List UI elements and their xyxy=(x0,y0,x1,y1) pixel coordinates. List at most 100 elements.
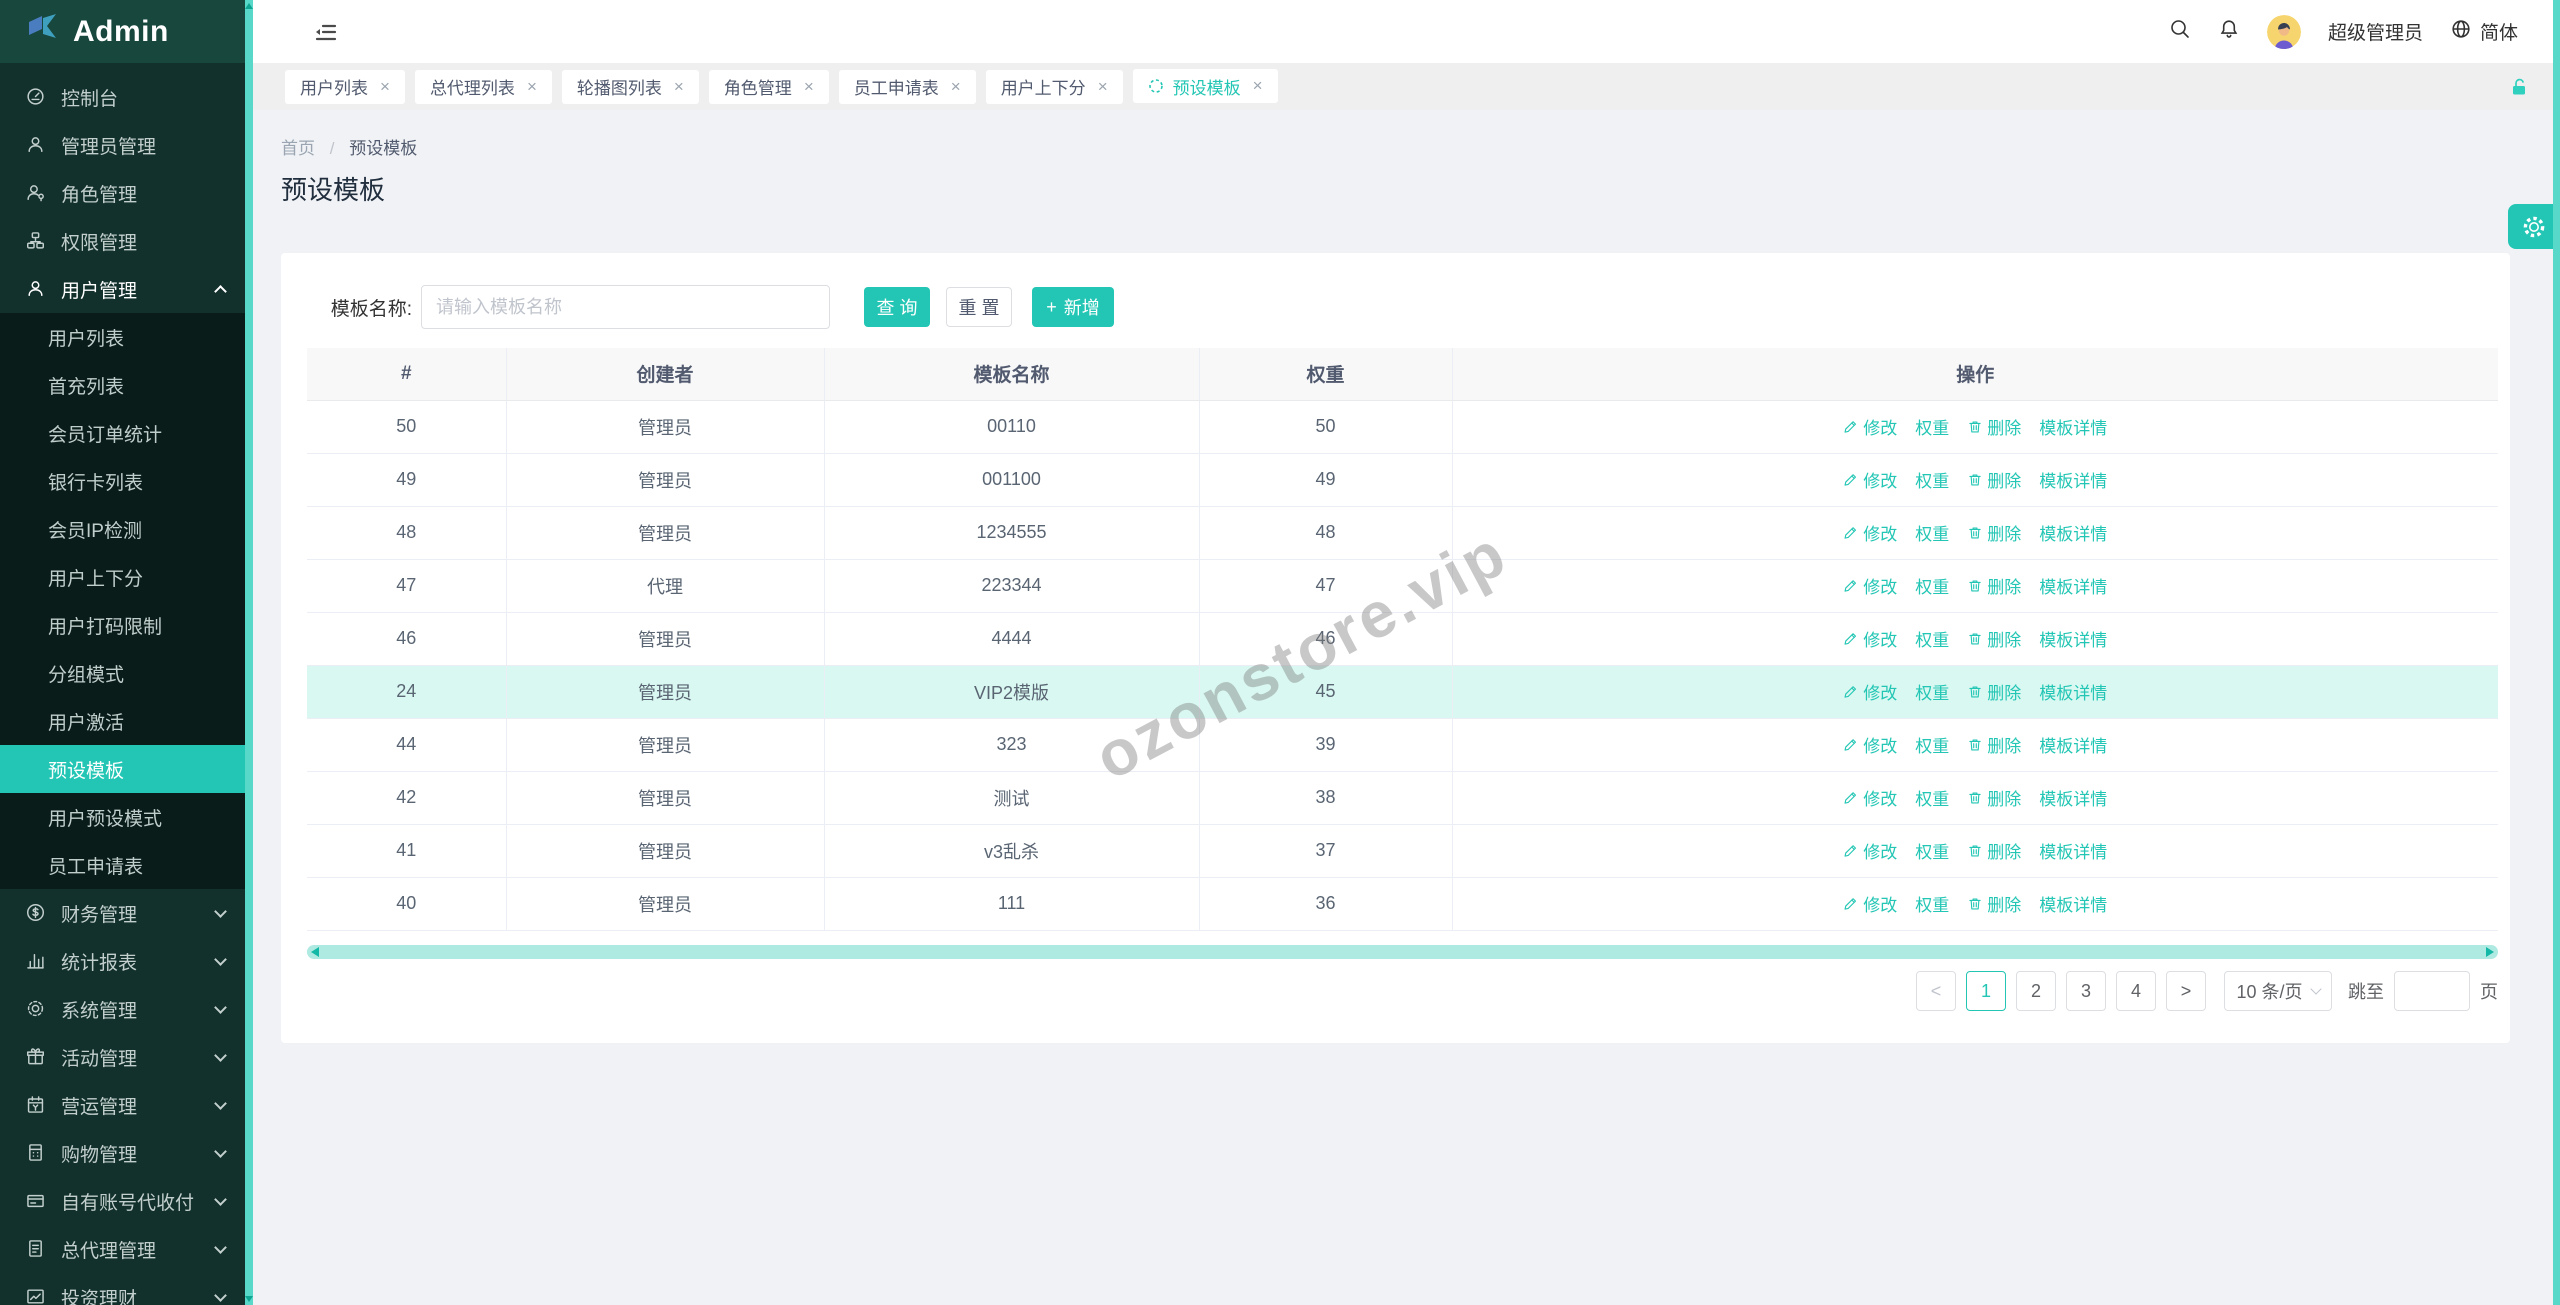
close-icon[interactable]: × xyxy=(1253,76,1263,96)
collapse-menu-icon[interactable] xyxy=(313,19,339,45)
sidebar-subitem[interactable]: 银行卡列表 xyxy=(0,457,245,505)
action-delete[interactable]: 删除 xyxy=(1967,891,2021,916)
sidebar-subitem[interactable]: 用户激活 xyxy=(0,697,245,745)
sidebar-subitem[interactable]: 分组模式 xyxy=(0,649,245,697)
tab[interactable]: 轮播图列表 × xyxy=(561,69,699,104)
sidebar-item[interactable]: 购物管理 xyxy=(0,1129,245,1177)
sidebar-subitem[interactable]: 用户打码限制 xyxy=(0,601,245,649)
scroll-up-arrow-icon[interactable] xyxy=(245,3,253,9)
action-delete[interactable]: 删除 xyxy=(1967,732,2021,757)
page-scrollbar[interactable] xyxy=(2553,0,2560,1305)
action-link[interactable]: 模板详情 xyxy=(2039,573,2107,598)
page-button[interactable]: 2 xyxy=(2016,971,2056,1011)
action-link[interactable]: 模板详情 xyxy=(2039,838,2107,863)
search-button[interactable]: 查 询 xyxy=(864,287,930,327)
action-delete[interactable]: 删除 xyxy=(1967,414,2021,439)
sidebar-item[interactable]: 统计报表 xyxy=(0,937,245,985)
horizontal-scrollbar[interactable] xyxy=(307,945,2498,959)
action-edit[interactable]: 修改 xyxy=(1843,679,1897,704)
search-icon[interactable] xyxy=(2169,18,2191,46)
sidebar-subitem[interactable]: 用户列表 xyxy=(0,313,245,361)
action-edit[interactable]: 修改 xyxy=(1843,838,1897,863)
sidebar-item[interactable]: 财务管理 xyxy=(0,889,245,937)
lock-icon[interactable] xyxy=(2508,76,2530,98)
sidebar-subitem[interactable]: 用户预设模式 xyxy=(0,793,245,841)
close-icon[interactable]: × xyxy=(951,77,961,97)
sidebar-item[interactable]: 投资理财 xyxy=(0,1273,245,1305)
action-link[interactable]: 模板详情 xyxy=(2039,520,2107,545)
next-page-button[interactable]: > xyxy=(2166,971,2206,1011)
action-delete[interactable]: 删除 xyxy=(1967,679,2021,704)
action-link[interactable]: 权重 xyxy=(1915,626,1949,651)
action-delete[interactable]: 删除 xyxy=(1967,626,2021,651)
page-button[interactable]: 4 xyxy=(2116,971,2156,1011)
reset-button[interactable]: 重 置 xyxy=(946,287,1012,327)
sidebar-item[interactable]: 总代理管理 xyxy=(0,1225,245,1273)
action-link[interactable]: 权重 xyxy=(1915,520,1949,545)
scroll-left-arrow-icon[interactable] xyxy=(311,947,319,957)
breadcrumb-home[interactable]: 首页 xyxy=(281,139,315,158)
tab[interactable]: 总代理列表 × xyxy=(414,69,552,104)
add-button[interactable]: + 新增 xyxy=(1032,287,1114,327)
action-edit[interactable]: 修改 xyxy=(1843,573,1897,598)
sidebar-subitem[interactable]: 会员订单统计 xyxy=(0,409,245,457)
page-button[interactable]: 1 xyxy=(1966,971,2006,1011)
tab[interactable]: 用户上下分 × xyxy=(985,69,1123,104)
avatar[interactable] xyxy=(2266,14,2301,49)
tab[interactable]: 用户列表 × xyxy=(285,69,405,104)
action-link[interactable]: 权重 xyxy=(1915,838,1949,863)
notification-bell-icon[interactable] xyxy=(2218,18,2240,46)
action-link[interactable]: 模板详情 xyxy=(2039,414,2107,439)
jump-page-input[interactable] xyxy=(2394,971,2470,1011)
close-icon[interactable]: × xyxy=(380,77,390,97)
action-edit[interactable]: 修改 xyxy=(1843,732,1897,757)
action-delete[interactable]: 删除 xyxy=(1967,520,2021,545)
sidebar-item[interactable]: 控制台 xyxy=(0,73,245,121)
user-name[interactable]: 超级管理员 xyxy=(2328,18,2423,45)
sidebar-subitem[interactable]: 会员IP检测 xyxy=(0,505,245,553)
sidebar-item[interactable]: 营运管理 xyxy=(0,1081,245,1129)
sidebar-item[interactable]: 活动管理 xyxy=(0,1033,245,1081)
sidebar-item[interactable]: 自有账号代收付 xyxy=(0,1177,245,1225)
action-link[interactable]: 模板详情 xyxy=(2039,891,2107,916)
action-link[interactable]: 权重 xyxy=(1915,679,1949,704)
action-link[interactable]: 权重 xyxy=(1915,414,1949,439)
sidebar-item[interactable]: 角色管理 xyxy=(0,169,245,217)
sidebar-subitem[interactable]: 员工申请表 xyxy=(0,841,245,889)
tab[interactable]: 角色管理 × xyxy=(708,69,829,104)
action-link[interactable]: 权重 xyxy=(1915,785,1949,810)
tab[interactable]: 预设模板 × xyxy=(1132,69,1278,104)
action-edit[interactable]: 修改 xyxy=(1843,520,1897,545)
scroll-right-arrow-icon[interactable] xyxy=(2486,947,2494,957)
action-link[interactable]: 权重 xyxy=(1915,467,1949,492)
sidebar-item[interactable]: 权限管理 xyxy=(0,217,245,265)
sidebar-item[interactable]: 管理员管理 xyxy=(0,121,245,169)
tab[interactable]: 员工申请表 × xyxy=(838,69,976,104)
scroll-down-arrow-icon[interactable] xyxy=(245,1296,253,1302)
action-edit[interactable]: 修改 xyxy=(1843,785,1897,810)
action-edit[interactable]: 修改 xyxy=(1843,467,1897,492)
action-link[interactable]: 模板详情 xyxy=(2039,732,2107,757)
close-icon[interactable]: × xyxy=(527,77,537,97)
template-name-input[interactable] xyxy=(421,285,830,329)
language-switcher[interactable]: 简体 xyxy=(2450,18,2518,46)
action-link[interactable]: 模板详情 xyxy=(2039,467,2107,492)
action-link[interactable]: 模板详情 xyxy=(2039,626,2107,651)
sidebar-item[interactable]: 系统管理 xyxy=(0,985,245,1033)
action-delete[interactable]: 删除 xyxy=(1967,838,2021,863)
sidebar-item[interactable]: 用户管理 xyxy=(0,265,245,313)
sidebar-scrollbar[interactable] xyxy=(245,0,253,1305)
sidebar-subitem[interactable]: 用户上下分 xyxy=(0,553,245,601)
close-icon[interactable]: × xyxy=(1098,77,1108,97)
close-icon[interactable]: × xyxy=(674,77,684,97)
action-edit[interactable]: 修改 xyxy=(1843,414,1897,439)
sidebar-subitem[interactable]: 预设模板 xyxy=(0,745,245,793)
page-button[interactable]: 3 xyxy=(2066,971,2106,1011)
action-link[interactable]: 模板详情 xyxy=(2039,679,2107,704)
action-delete[interactable]: 删除 xyxy=(1967,573,2021,598)
logo[interactable]: Admin xyxy=(0,0,245,63)
sidebar-subitem[interactable]: 首充列表 xyxy=(0,361,245,409)
close-icon[interactable]: × xyxy=(804,77,814,97)
action-edit[interactable]: 修改 xyxy=(1843,891,1897,916)
action-delete[interactable]: 删除 xyxy=(1967,785,2021,810)
